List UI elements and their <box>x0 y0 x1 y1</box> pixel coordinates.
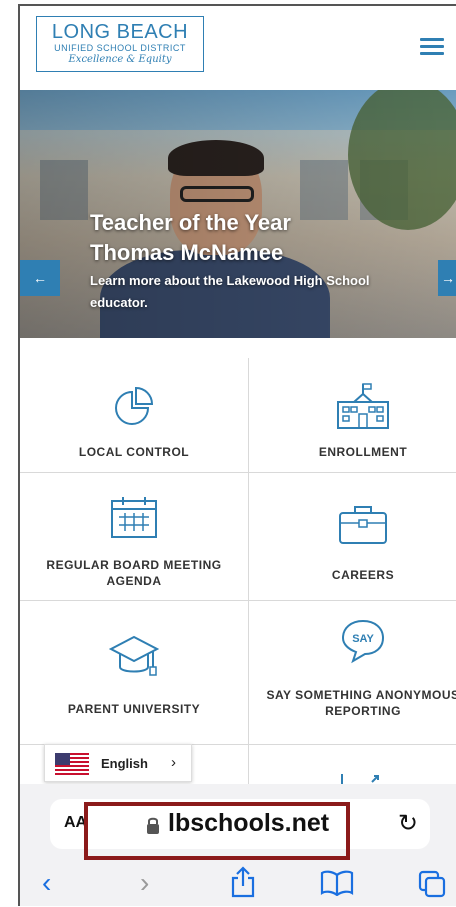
tile-careers[interactable]: CAREERS <box>249 473 456 600</box>
graduation-cap-icon <box>109 635 159 676</box>
district-logo[interactable]: LONG BEACH UNIFIED SCHOOL DISTRICT Excel… <box>36 16 204 72</box>
logo-line1: LONG BEACH <box>51 21 189 43</box>
tile-label: LOCAL CONTROL <box>78 445 190 459</box>
back-icon[interactable]: ‹ <box>42 868 51 898</box>
hero-title-line2: Thomas McNamee <box>90 240 284 265</box>
tabs-icon[interactable] <box>418 870 448 898</box>
logo-line2: UNIFIED SCHOOL DISTRICT <box>54 43 186 53</box>
browser-toolbar: ‹ › <box>20 864 456 904</box>
hero-title-line1: Teacher of the Year <box>90 210 291 235</box>
tile-label: REGULAR BOARD MEETING AGENDA <box>46 558 222 588</box>
us-flag-icon <box>55 753 89 775</box>
say-bubble-text: SAY <box>352 633 374 645</box>
calendar-icon <box>111 497 157 538</box>
chevron-right-icon: › <box>171 754 176 771</box>
hamburger-menu-icon[interactable] <box>420 38 444 56</box>
tile-label: SAY SOMETHING ANONYMOUS REPORTING <box>266 688 456 718</box>
tile-enrollment[interactable]: ENROLLMENT <box>249 358 456 472</box>
pie-chart-icon <box>115 386 154 425</box>
briefcase-icon <box>339 506 387 544</box>
site-header: LONG BEACH UNIFIED SCHOOL DISTRICT Excel… <box>20 6 456 88</box>
reload-icon[interactable]: ↻ <box>398 809 418 838</box>
carousel-next-button[interactable]: → <box>438 260 456 296</box>
url-highlight-box <box>84 802 350 860</box>
bookmarks-icon[interactable] <box>320 870 354 896</box>
language-selector[interactable]: English › <box>44 744 192 782</box>
phone-screen: LONG BEACH UNIFIED SCHOOL DISTRICT Excel… <box>18 4 456 906</box>
browser-bar: AA lbschools.net ↻ ‹ › <box>20 784 456 906</box>
tile-say-something[interactable]: SAY SAY SOMETHING ANONYMOUS REPORTING <box>249 601 456 744</box>
share-icon[interactable] <box>230 866 256 898</box>
hero-title: Teacher of the Year Thomas McNamee <box>90 208 291 268</box>
tile-label: PARENT UNIVERSITY <box>67 702 201 716</box>
carousel-prev-button[interactable]: ← <box>20 260 60 296</box>
tile-board-meeting-agenda[interactable]: REGULAR BOARD MEETING AGENDA <box>20 473 248 600</box>
tile-parent-university[interactable]: PARENT UNIVERSITY <box>20 601 248 744</box>
language-label: English <box>101 756 148 771</box>
school-building-icon <box>337 383 389 429</box>
say-bubble-icon: SAY <box>341 619 385 664</box>
hero-subtitle[interactable]: Learn more about the Lakewood High Schoo… <box>90 270 390 314</box>
forward-icon[interactable]: › <box>140 868 149 898</box>
tile-label: ENROLLMENT <box>318 445 408 459</box>
tile-local-control[interactable]: LOCAL CONTROL <box>20 358 248 472</box>
logo-tagline: Excellence & Equity <box>68 54 172 65</box>
hero-carousel[interactable]: Teacher of the Year Thomas McNamee Learn… <box>20 90 456 338</box>
tile-label: CAREERS <box>331 568 395 582</box>
